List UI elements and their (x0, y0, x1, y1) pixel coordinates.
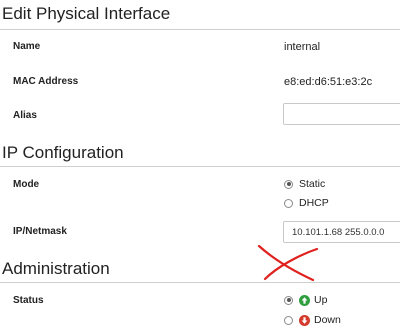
red-x-annotation-icon (257, 244, 319, 282)
dhcp-label: DHCP (299, 197, 329, 209)
ip-configuration-heading: IP Configuration (2, 143, 124, 162)
down-label: Down (314, 314, 341, 326)
up-radio[interactable] (284, 295, 293, 305)
title-divider (0, 29, 400, 30)
ip-netmask-label: IP/Netmask (13, 226, 67, 237)
status-option-down[interactable]: Down (284, 314, 341, 326)
mac-address-label: MAC Address (13, 76, 79, 87)
name-value: internal (284, 41, 321, 53)
page-title: Edit Physical Interface (2, 4, 171, 23)
mode-option-dhcp[interactable]: DHCP (284, 197, 329, 209)
dhcp-radio[interactable] (284, 198, 293, 208)
administration-heading: Administration (2, 259, 110, 278)
alias-input[interactable] (283, 103, 400, 125)
down-radio[interactable] (284, 315, 293, 325)
mode-label: Mode (13, 179, 40, 190)
up-label: Up (314, 294, 328, 306)
alias-label: Alias (13, 110, 37, 121)
arrow-up-circle-icon (299, 294, 310, 306)
ip-configuration-divider (0, 166, 400, 167)
static-label: Static (299, 178, 326, 190)
arrow-down-circle-icon (299, 314, 310, 326)
status-option-up[interactable]: Up (284, 294, 327, 306)
mode-option-static[interactable]: Static (284, 178, 325, 190)
static-radio[interactable] (284, 179, 293, 189)
mac-address-value: e8:ed:d6:51:e3:2c (284, 76, 373, 88)
status-label: Status (13, 295, 44, 306)
ip-netmask-input[interactable] (283, 221, 400, 243)
administration-divider (0, 282, 400, 283)
name-label: Name (13, 41, 41, 52)
